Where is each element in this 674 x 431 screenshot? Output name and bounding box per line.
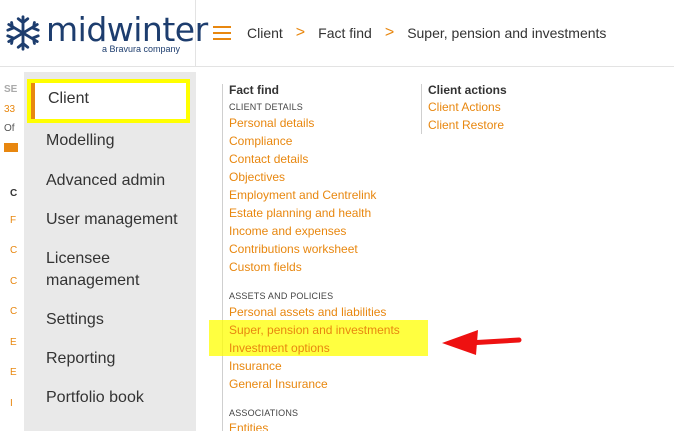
nav-item-settings[interactable]: Settings bbox=[46, 309, 104, 331]
link-objectives[interactable]: Objectives bbox=[229, 170, 285, 184]
bg-letter: C bbox=[10, 188, 18, 199]
link-entities[interactable]: Entities bbox=[229, 421, 268, 431]
link-contributions-worksheet[interactable]: Contributions worksheet bbox=[229, 242, 358, 256]
bg-letter: C bbox=[10, 306, 18, 317]
client-actions-heading: Client actions bbox=[428, 83, 507, 97]
active-indicator bbox=[31, 83, 35, 119]
nav-item-client[interactable]: Client bbox=[27, 79, 190, 123]
bg-section-label: SE bbox=[4, 84, 18, 95]
column-divider bbox=[421, 84, 422, 134]
nav-item-modelling[interactable]: Modelling bbox=[46, 130, 114, 152]
logo-subtitle: a Bravura company bbox=[102, 44, 181, 54]
hamburger-menu-icon[interactable] bbox=[213, 26, 231, 40]
app-header: midwinter a Bravura company Client > Fac… bbox=[0, 0, 674, 67]
snowflake-logo-icon bbox=[6, 15, 40, 51]
client-details-label: CLIENT DETAILS bbox=[229, 102, 303, 112]
nav-item-advanced-admin[interactable]: Advanced admin bbox=[46, 170, 165, 192]
breadcrumb-client[interactable]: Client bbox=[247, 25, 283, 41]
link-compliance[interactable]: Compliance bbox=[229, 134, 292, 148]
link-client-restore[interactable]: Client Restore bbox=[428, 118, 504, 132]
link-client-actions[interactable]: Client Actions bbox=[428, 100, 501, 114]
link-income-expenses[interactable]: Income and expenses bbox=[229, 224, 346, 238]
link-investment-options[interactable]: Investment options bbox=[229, 341, 330, 355]
bg-letter: E bbox=[10, 367, 17, 378]
nav-item-label: Client bbox=[48, 90, 89, 107]
link-general-insurance[interactable]: General Insurance bbox=[229, 377, 328, 391]
breadcrumb: Client > Fact find > Super, pension and … bbox=[247, 24, 607, 42]
red-arrow-icon bbox=[442, 330, 522, 355]
link-employment-centrelink[interactable]: Employment and Centrelink bbox=[229, 188, 376, 202]
fact-find-heading: Fact find bbox=[229, 83, 279, 97]
nav-item-user-management[interactable]: User management bbox=[46, 209, 178, 231]
nav-item-reporting[interactable]: Reporting bbox=[46, 348, 115, 370]
associations-label: ASSOCIATIONS bbox=[229, 408, 299, 418]
column-divider bbox=[222, 84, 223, 431]
link-custom-fields[interactable]: Custom fields bbox=[229, 260, 302, 274]
link-personal-assets-liabilities[interactable]: Personal assets and liabilities bbox=[229, 305, 386, 319]
bg-letter: C bbox=[10, 276, 18, 287]
chevron-right-icon: > bbox=[384, 24, 395, 41]
assets-policies-label: ASSETS AND POLICIES bbox=[229, 291, 334, 301]
bg-letter: C bbox=[10, 245, 18, 256]
nav-item-portfolio-book[interactable]: Portfolio book bbox=[46, 387, 144, 409]
link-super-pension-investments[interactable]: Super, pension and investments bbox=[229, 323, 400, 337]
link-insurance[interactable]: Insurance bbox=[229, 359, 282, 373]
chevron-right-icon: > bbox=[295, 24, 306, 41]
link-estate-planning-health[interactable]: Estate planning and health bbox=[229, 206, 371, 220]
bg-client-id: 33 bbox=[4, 104, 16, 115]
bg-letter: F bbox=[10, 215, 17, 226]
link-personal-details[interactable]: Personal details bbox=[229, 116, 314, 130]
breadcrumb-current-page: Super, pension and investments bbox=[407, 25, 607, 41]
link-contact-details[interactable]: Contact details bbox=[229, 152, 308, 166]
book-icon bbox=[4, 143, 18, 152]
bg-letter: I bbox=[10, 398, 13, 409]
bg-text: Of bbox=[4, 123, 15, 134]
logo[interactable]: midwinter a Bravura company bbox=[0, 0, 208, 67]
bg-letter: E bbox=[10, 337, 17, 348]
nav-item-licensee-management[interactable]: Licensee management bbox=[46, 248, 166, 292]
main-nav-menu: Client Modelling Advanced admin User man… bbox=[24, 72, 196, 431]
breadcrumb-fact-find[interactable]: Fact find bbox=[318, 25, 372, 41]
